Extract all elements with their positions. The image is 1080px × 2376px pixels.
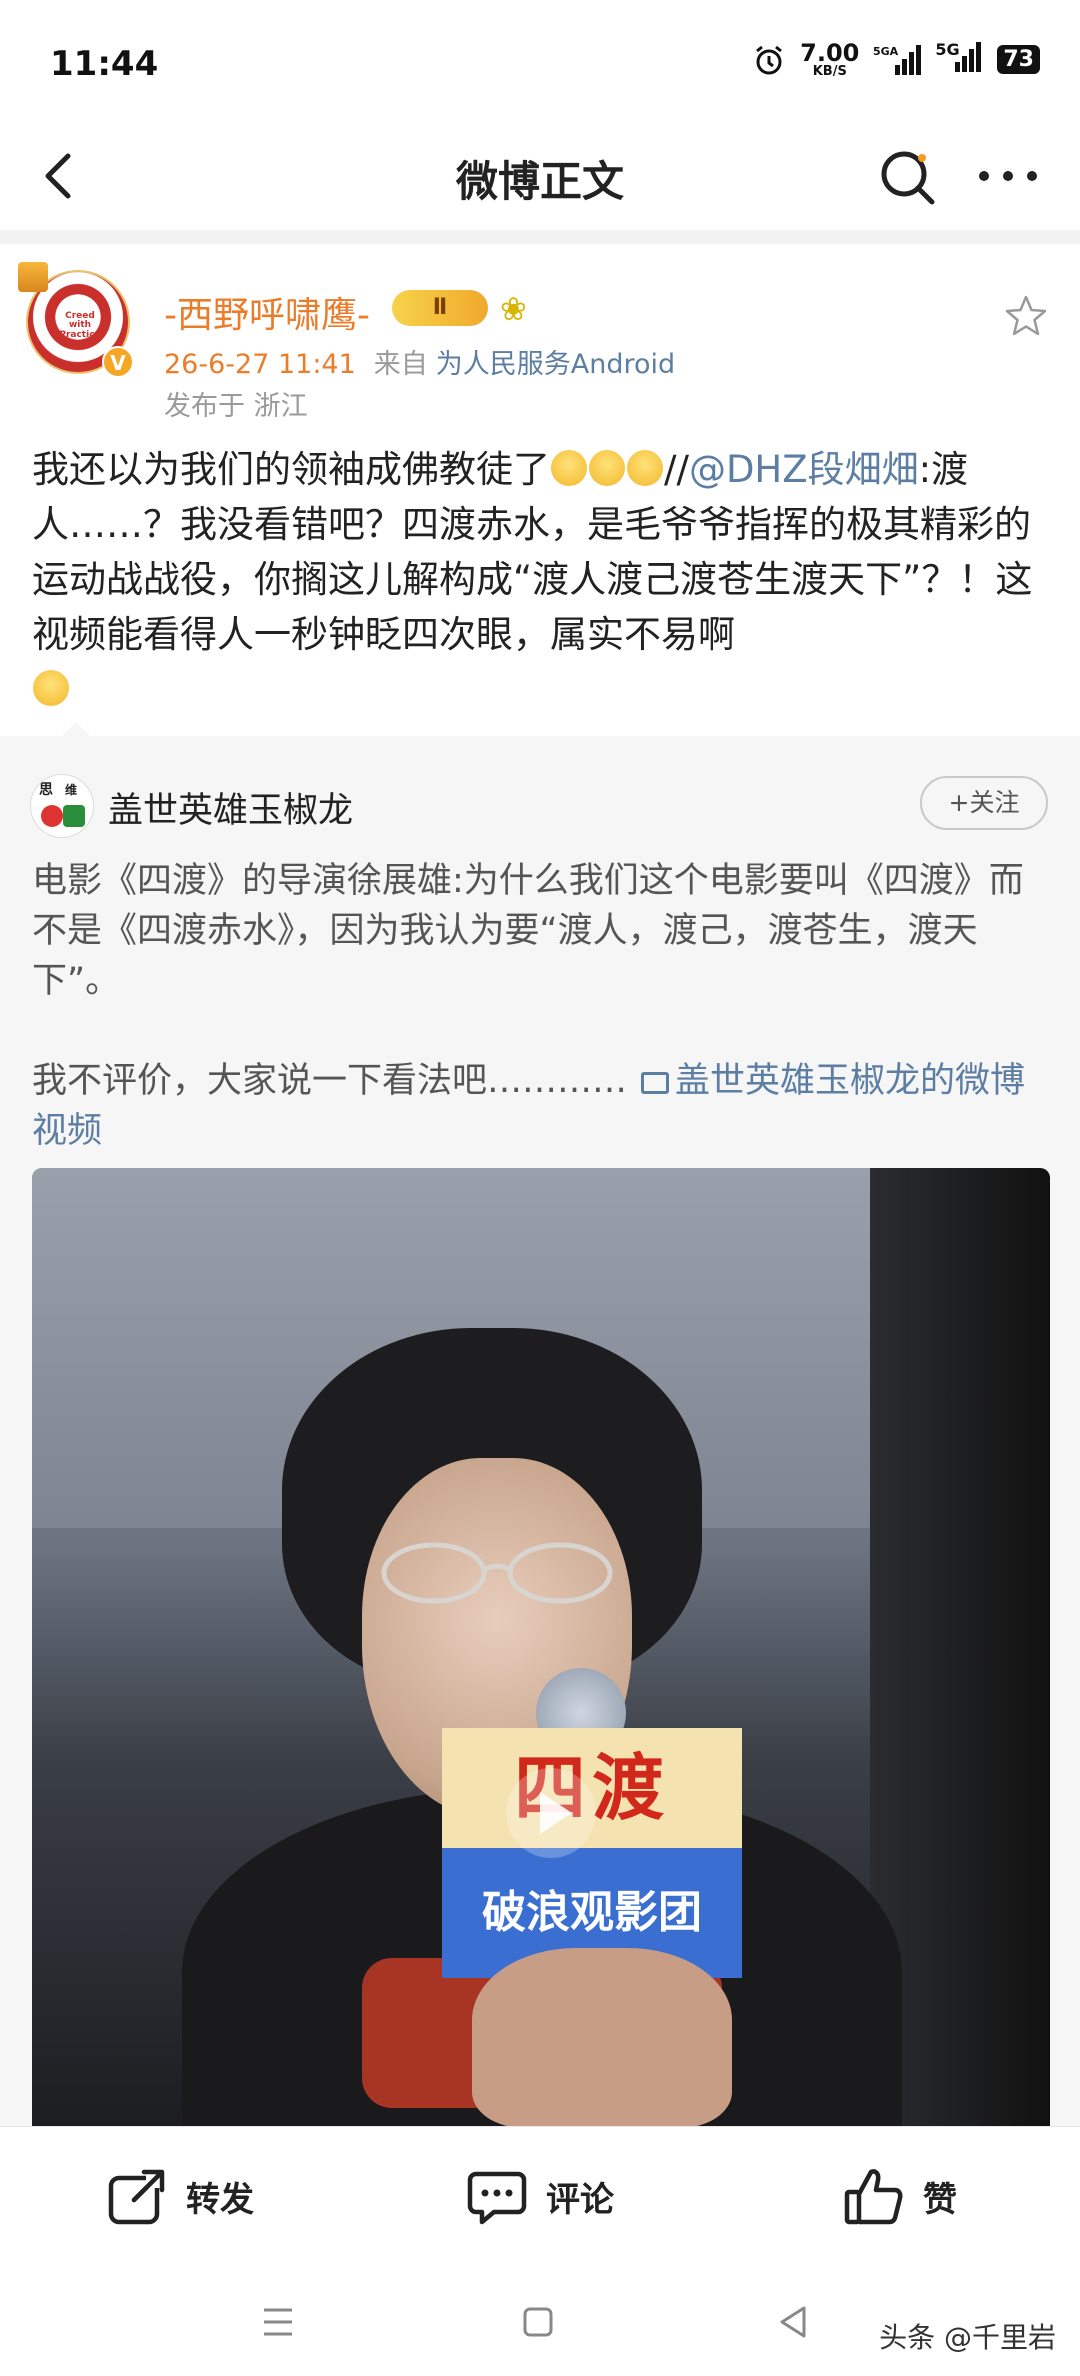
- play-icon[interactable]: [506, 1768, 596, 1858]
- battery-indicator: 73: [997, 45, 1040, 74]
- emoji-icon: [551, 450, 587, 486]
- follow-button[interactable]: +关注: [920, 776, 1048, 830]
- like-label: 赞: [923, 2180, 957, 2220]
- emoji-icon: [33, 670, 69, 706]
- search-icon[interactable]: [876, 144, 940, 208]
- status-bar: 11:44 7.00 KB/S 5GA 5G 73: [0, 0, 1080, 120]
- star-icon[interactable]: [1002, 292, 1050, 340]
- avatar-inner: Creed with Practice: [59, 311, 101, 340]
- post-source[interactable]: 为人民服务Android: [436, 349, 675, 380]
- video-link-icon: [641, 1072, 670, 1094]
- comment-label: 评论: [546, 2180, 614, 2220]
- repost-icon: [108, 2167, 166, 2224]
- flower-icon[interactable]: ❀: [500, 290, 527, 328]
- watermark: 头条 @千里岩: [879, 2321, 1056, 2354]
- post-text: 我还以为我们的领袖成佛教徒了//@DHZ段畑畑:渡人……？我没看错吧？四渡赤水，…: [32, 442, 1052, 717]
- comment-icon: [467, 2171, 527, 2224]
- comment-button[interactable]: 评论: [360, 2127, 720, 2266]
- status-time: 11:44: [50, 44, 159, 84]
- video-glasses: [381, 1542, 613, 1604]
- menu-icon[interactable]: [256, 2300, 300, 2344]
- post-meta: 26-6-27 11:41 来自 为人民服务Android: [164, 342, 675, 381]
- back-nav-icon[interactable]: [772, 2300, 816, 2344]
- quoted-text: 电影《四渡》的导演徐展雄:为什么我们这个电影要叫《四渡》而不是《四渡赤水》，因为…: [32, 861, 1024, 1001]
- level-badge[interactable]: Ⅱ: [392, 290, 488, 326]
- mention-link[interactable]: @DHZ段畑畑: [689, 448, 919, 491]
- username[interactable]: -西野呼啸鹰-: [164, 286, 370, 338]
- divider: [0, 230, 1080, 244]
- video-hands: [472, 1948, 732, 2126]
- like-button[interactable]: 赞: [720, 2127, 1080, 2266]
- quoted-avatar[interactable]: 思 维: [30, 774, 94, 838]
- svg-text:5GA: 5GA: [873, 45, 899, 58]
- post-location: 发布于 浙江: [164, 391, 308, 422]
- net-speed: 7.00 KB/S: [800, 39, 860, 79]
- quoted-text-2: 我不评价，大家说一下看法吧………… 盖世英雄玉椒龙的微博视频: [32, 1061, 1026, 1151]
- from-label: 来自: [373, 349, 428, 380]
- post-date: 26-6-27 11:41: [164, 349, 356, 380]
- home-icon[interactable]: [516, 2300, 560, 2344]
- signal-5g-icon: 5G: [935, 40, 983, 79]
- quoted-username[interactable]: 盖世英雄玉椒龙: [108, 782, 353, 833]
- more-icon[interactable]: [972, 144, 1044, 208]
- quote-arrow: [62, 722, 90, 736]
- repost-button[interactable]: 转发: [0, 2127, 360, 2266]
- video-mic-sign: 四渡 破浪观影团: [442, 1728, 742, 1978]
- video-player[interactable]: 四渡 破浪观影团: [32, 1168, 1050, 2126]
- emoji-icon: [589, 450, 625, 486]
- verified-icon: V: [102, 346, 134, 378]
- thumbs-up-icon: [844, 2168, 903, 2224]
- status-icons: 7.00 KB/S 5GA 5G 73: [752, 40, 1040, 79]
- alarm-icon: [756, 45, 783, 74]
- system-nav-bar: 头条 @千里岩: [0, 2266, 1080, 2376]
- emoji-icon: [627, 450, 663, 486]
- header: 微博正文: [0, 120, 1080, 230]
- repost-label: 转发: [186, 2180, 254, 2220]
- crown-icon: [18, 262, 48, 292]
- signal-icon: 5GA: [873, 44, 922, 75]
- action-bar: 转发 评论 赞: [0, 2126, 1080, 2266]
